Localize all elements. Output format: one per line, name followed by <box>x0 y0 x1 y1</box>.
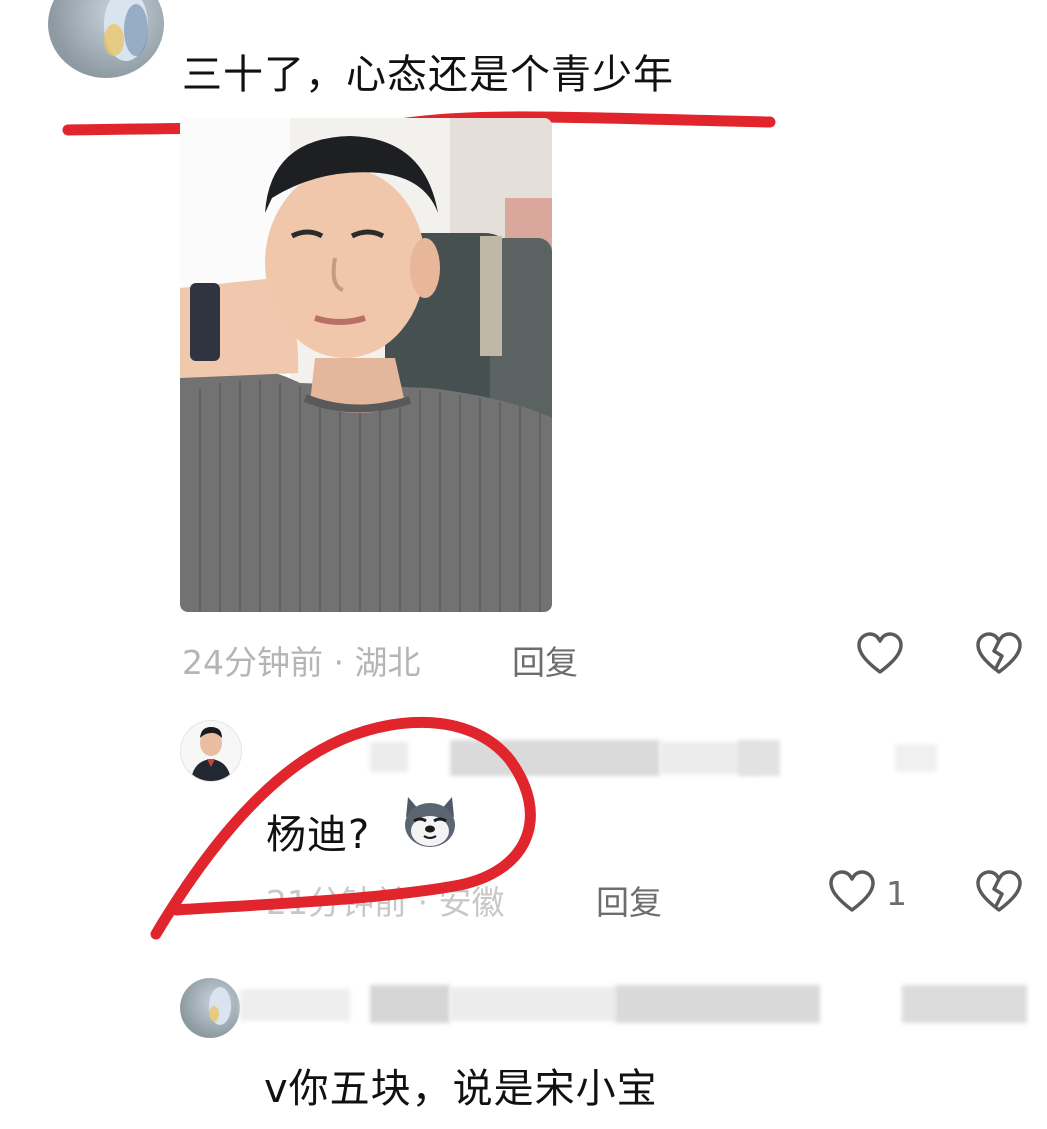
blurred-username <box>240 985 1030 1025</box>
red-circle-annotation <box>150 716 536 940</box>
reply-button[interactable]: 回复 <box>512 636 578 684</box>
commenter-avatar[interactable] <box>48 0 164 78</box>
heart-icon[interactable] <box>856 632 904 676</box>
broken-heart-icon[interactable] <box>975 870 1023 914</box>
reply-text: v你五块，说是宋小宝 <box>264 1066 658 1112</box>
like-count: 1 <box>886 874 907 913</box>
comment-text: 三十了，心态还是个青少年 <box>182 52 674 98</box>
reply-user-avatar[interactable] <box>180 978 240 1038</box>
comment-time-location: 24分钟前 · 湖北 <box>182 643 421 682</box>
broken-heart-icon[interactable] <box>975 632 1023 676</box>
heart-icon[interactable] <box>828 870 876 914</box>
reply-button[interactable]: 回复 <box>596 876 662 924</box>
comment-photo[interactable] <box>180 118 552 612</box>
